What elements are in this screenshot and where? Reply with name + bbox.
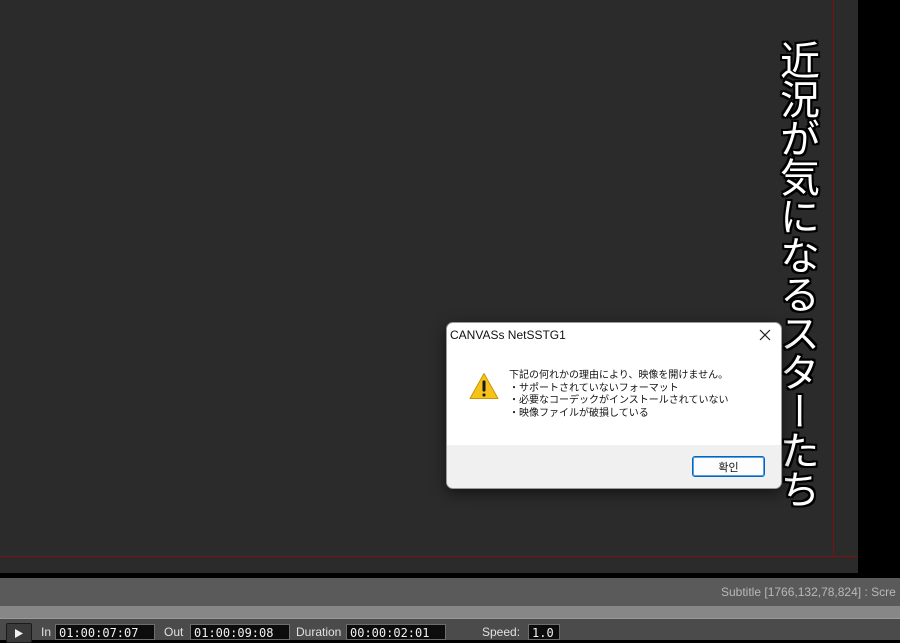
safe-area-horizontal-guide [0, 556, 858, 557]
duration-label: Duration [296, 625, 342, 639]
out-label: Out [164, 625, 184, 639]
error-dialog: CANVASs NetSSTG1 下記の何れかの理由により、映像を開けません。 … [446, 322, 782, 489]
status-bar: Subtitle [1766,132,78,824] : Scre [0, 578, 900, 606]
out-timecode-field[interactable]: 01:00:09:08 [190, 624, 290, 640]
close-icon[interactable] [751, 323, 779, 347]
ok-button[interactable]: 확인 [692, 456, 765, 477]
status-text: Subtitle [1766,132,78,824] : Scre [721, 585, 896, 599]
speed-field[interactable]: 1.0 [528, 624, 560, 640]
panel-separator [0, 606, 900, 618]
dialog-message: 下記の何れかの理由により、映像を開けません。 ・サポートされていないフォーマット… [509, 370, 774, 420]
message-line: 下記の何れかの理由により、映像を開けません。 [509, 370, 729, 381]
play-icon [15, 628, 23, 638]
speed-label: Speed: [482, 625, 521, 639]
preview-margin [858, 0, 900, 573]
in-label: In [41, 625, 52, 639]
message-line: ・サポートされていないフォーマット [509, 382, 679, 394]
duration-timecode-field[interactable]: 00:00:02:01 [346, 624, 446, 640]
safe-area-vertical-guide [833, 0, 834, 557]
warning-icon [469, 373, 499, 399]
in-timecode-field[interactable]: 01:00:07:07 [55, 624, 155, 640]
dialog-title: CANVASs NetSSTG1 [450, 328, 566, 342]
message-line: ・必要なコーデックがインストールされていない [509, 395, 729, 406]
play-button[interactable] [6, 623, 32, 643]
message-line: ・映像ファイルが破損している [509, 407, 649, 419]
